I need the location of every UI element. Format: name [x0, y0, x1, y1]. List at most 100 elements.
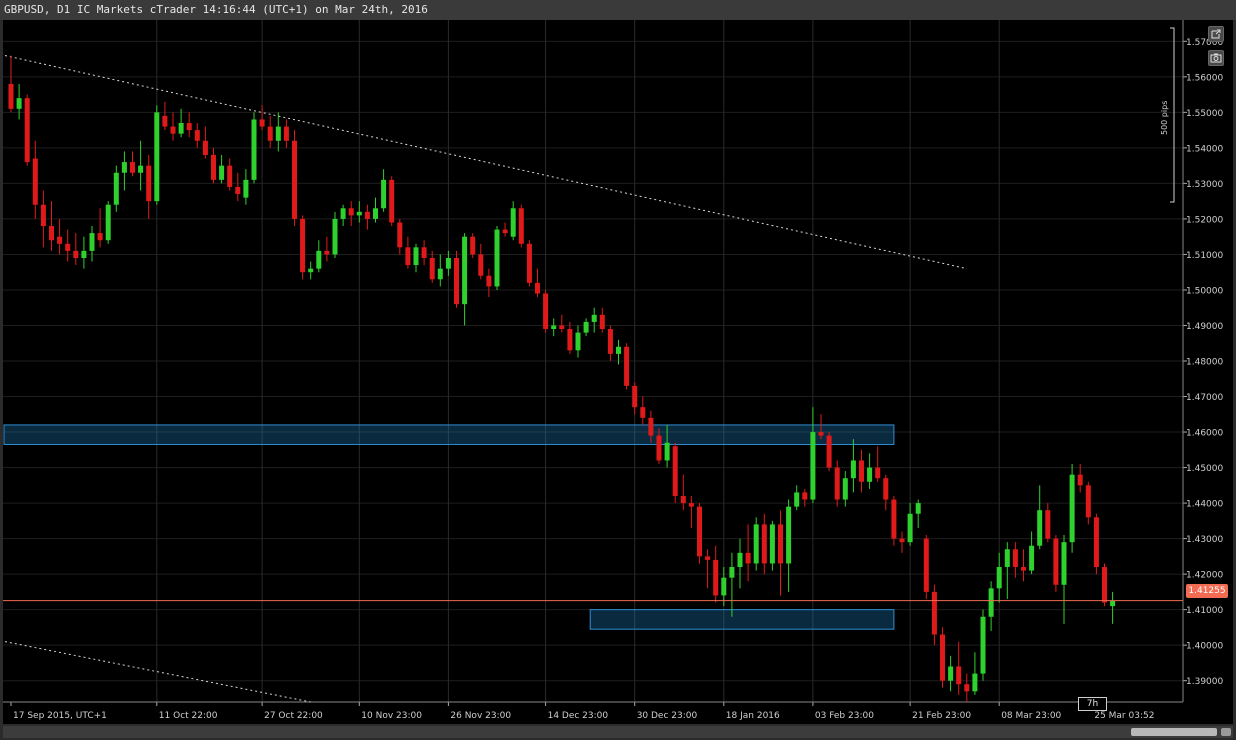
- price-chart[interactable]: 1.57000 1.56000 1.55000 1.54000 1.53000 1.520…: [3, 20, 1233, 724]
- candle-body: [640, 407, 646, 418]
- x-tick-label: 27 Oct 22:00: [264, 711, 323, 721]
- y-tick-label: 1.55000: [1186, 109, 1223, 119]
- scrollbar-end-button[interactable]: [1221, 728, 1231, 736]
- candle-body: [680, 495, 686, 504]
- y-tick-label: 1.56000: [1186, 73, 1223, 83]
- candle-body: [202, 140, 208, 155]
- candle-body: [462, 236, 468, 305]
- candle-body: [551, 325, 557, 330]
- candle-body: [57, 236, 63, 244]
- candle-body: [648, 417, 654, 436]
- candle-body: [227, 165, 233, 187]
- candle-body: [875, 467, 881, 479]
- candle-body: [308, 268, 314, 273]
- y-tick-label: 1.54000: [1186, 144, 1223, 154]
- candle-body: [283, 126, 289, 141]
- candle-body: [850, 460, 856, 479]
- candle-body: [437, 268, 443, 280]
- candle-body: [972, 673, 978, 692]
- trendline: [4, 55, 967, 270]
- candle-body: [65, 243, 71, 251]
- candle-body: [753, 524, 759, 564]
- candle-body: [510, 208, 516, 237]
- candle-body: [494, 229, 500, 287]
- scrollbar-thumb[interactable]: [1131, 728, 1217, 736]
- x-tick-label: 18 Jan 2016: [726, 711, 780, 721]
- pip-ruler: [1170, 27, 1175, 203]
- candle-body: [1021, 567, 1026, 571]
- candle-body: [502, 229, 508, 234]
- window-title: GBPUSD, D1 IC Markets cTrader 14:16:44 (…: [0, 0, 1236, 20]
- popout-icon[interactable]: [1208, 26, 1224, 42]
- candle-body: [688, 503, 694, 507]
- candle-body: [778, 524, 783, 564]
- candle-body: [535, 282, 540, 294]
- candle-body: [591, 314, 597, 322]
- candle-body: [1102, 567, 1107, 603]
- candle-body: [899, 538, 905, 543]
- candle-body: [842, 478, 848, 500]
- candle-body: [599, 314, 605, 330]
- candle-body: [121, 162, 127, 173]
- candle-body: [300, 218, 306, 273]
- candle-body: [607, 329, 613, 354]
- candle-body: [40, 204, 46, 227]
- y-tick-label: 1.39000: [1186, 677, 1223, 687]
- candle-body: [672, 446, 678, 496]
- candle-body: [470, 236, 476, 255]
- candle-body: [348, 208, 354, 216]
- candle-body: [664, 442, 670, 461]
- candle-body: [769, 524, 775, 564]
- y-tick-label: 1.46000: [1186, 429, 1223, 439]
- trendline: [4, 641, 311, 703]
- candle-body: [235, 186, 241, 195]
- candle-body: [97, 233, 103, 241]
- candle-body: [745, 552, 751, 564]
- candle-body: [24, 98, 30, 163]
- candle-body: [113, 172, 119, 205]
- candle-body: [486, 275, 492, 287]
- candle-body: [786, 506, 792, 564]
- candle-body: [332, 218, 338, 255]
- candle-body: [1029, 545, 1035, 571]
- chart-window: GBPUSD, D1 IC Markets cTrader 14:16:44 (…: [0, 0, 1236, 740]
- candle-body: [340, 208, 346, 219]
- x-tick-label: 21 Feb 23:00: [912, 711, 971, 721]
- candle-body: [575, 332, 581, 351]
- candlestick-chart-svg[interactable]: 1.570001.560001.550001.540001.530001.520…: [3, 20, 1233, 724]
- candle-body: [130, 162, 135, 173]
- y-tick-label: 1.50000: [1186, 286, 1223, 296]
- y-tick-label: 1.51000: [1186, 251, 1223, 261]
- candle-body: [413, 247, 419, 266]
- candle-body: [867, 467, 873, 482]
- candle-body: [267, 126, 273, 141]
- candle-body: [454, 257, 459, 305]
- candle-body: [1012, 549, 1018, 568]
- candle-body: [316, 250, 322, 269]
- candle-body: [964, 684, 970, 692]
- candle-body: [138, 165, 144, 173]
- candle-body: [834, 467, 840, 500]
- candle-body: [397, 222, 403, 248]
- period-countdown-tag: 7h: [1078, 697, 1107, 711]
- candle-body: [761, 524, 767, 564]
- candle-body: [81, 250, 87, 258]
- candle-body: [243, 179, 249, 198]
- horizontal-scrollbar[interactable]: [3, 726, 1233, 738]
- candle-body: [1045, 510, 1051, 539]
- camera-icon[interactable]: [1208, 50, 1224, 66]
- candle-body: [705, 556, 711, 560]
- y-tick-label: 1.42000: [1186, 571, 1223, 581]
- y-tick-label: 1.48000: [1186, 358, 1223, 368]
- candle-body: [543, 293, 549, 330]
- candle-body: [146, 165, 152, 202]
- current-price-tag: 1.41255: [1186, 584, 1228, 598]
- candle-body: [186, 123, 192, 131]
- x-tick-label: 26 Nov 23:00: [450, 711, 511, 721]
- y-tick-label: 1.40000: [1186, 642, 1223, 652]
- candle-body: [1077, 474, 1083, 486]
- candle-body: [89, 233, 95, 251]
- x-tick-label: 30 Dec 23:00: [637, 711, 698, 721]
- candle-body: [445, 257, 451, 269]
- y-tick-label: 1.44000: [1186, 500, 1223, 510]
